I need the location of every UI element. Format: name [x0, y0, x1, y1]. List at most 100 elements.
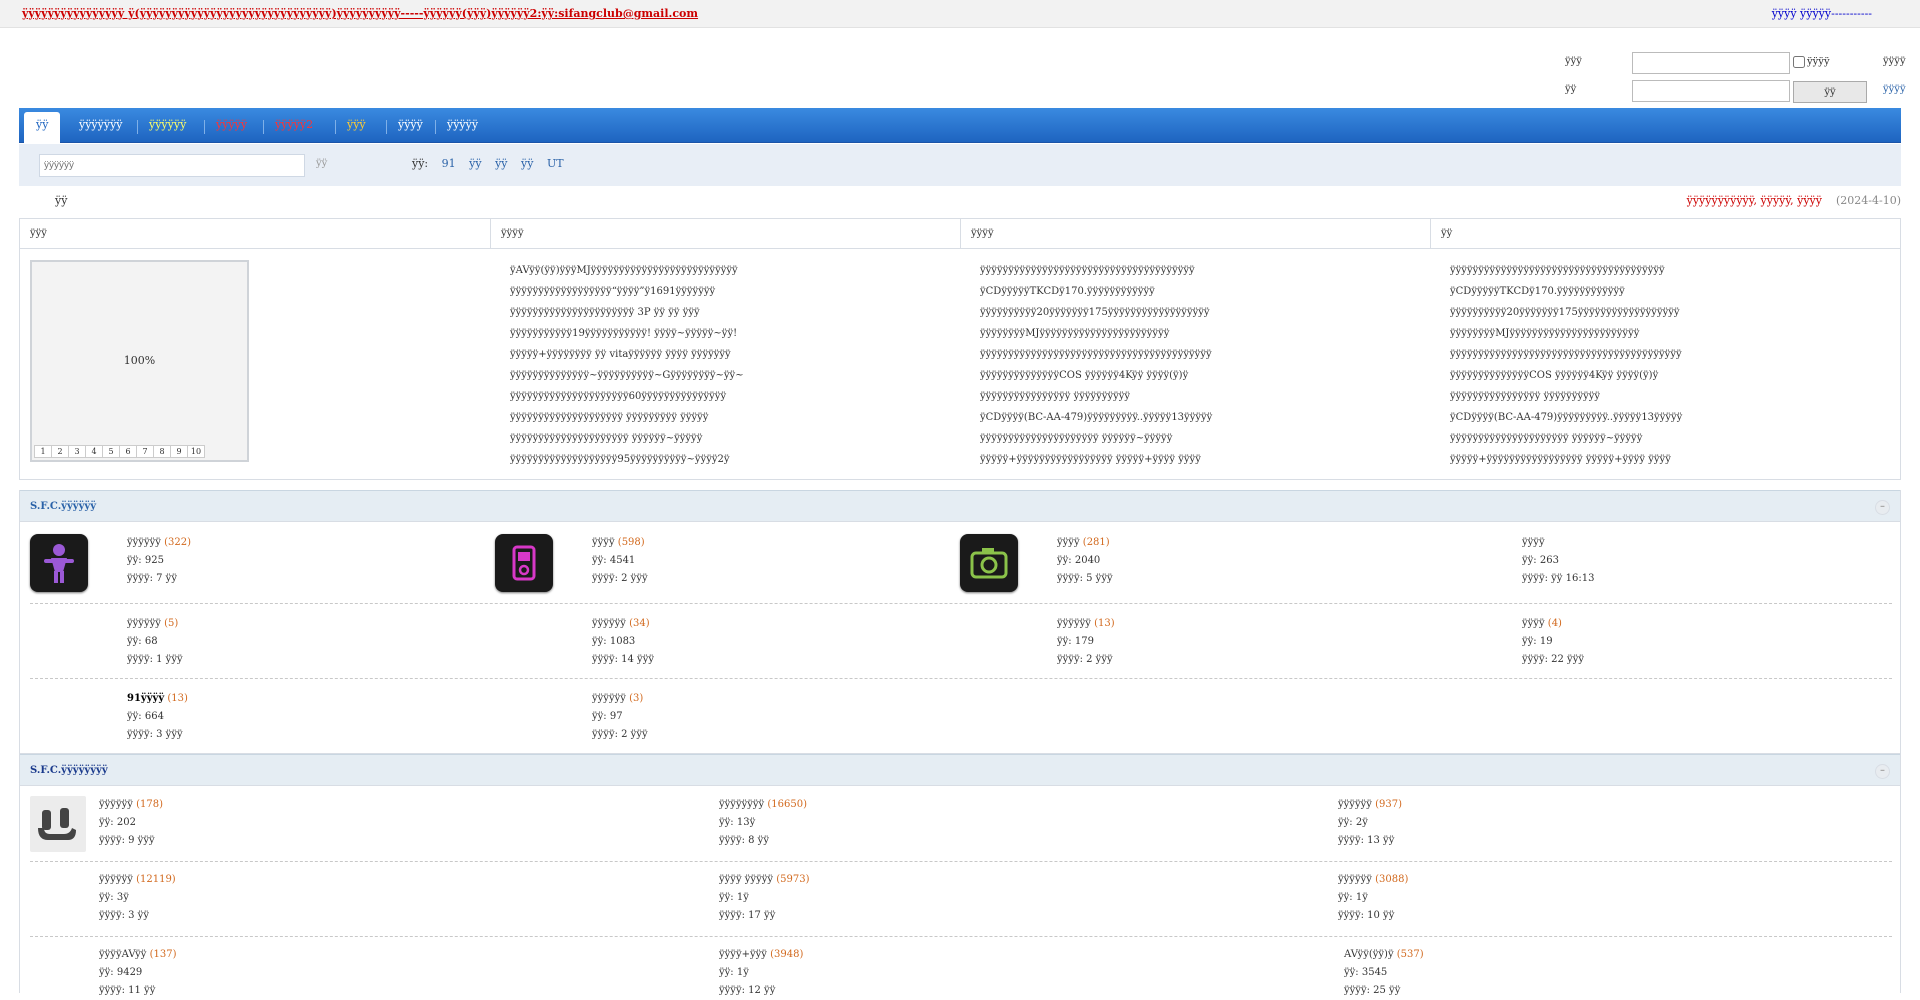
slide-page-button[interactable]: 5 — [102, 445, 120, 458]
post-link[interactable]: ÿÿÿÿÿÿÿÿÿÿÿÿÿÿ~ÿÿÿÿÿÿÿÿÿÿ~Gÿÿÿÿÿÿÿÿ~ÿÿ~ — [510, 365, 744, 386]
post-link[interactable]: ÿÿÿÿÿÿÿÿÿÿÿÿÿÿCOS ÿÿÿÿÿÿ4Kÿÿ ÿÿÿÿ(ÿ)ÿ — [980, 365, 1212, 386]
side-link-top[interactable]: ÿÿÿÿ — [1883, 56, 1906, 67]
post-link[interactable]: ÿÿÿÿÿÿÿÿÿÿÿÿÿÿÿÿÿÿÿÿÿ ÿÿÿÿÿÿ~ÿÿÿÿÿ — [510, 428, 744, 449]
forum-name[interactable]: ÿÿÿÿÿÿ — [99, 799, 133, 810]
slide-page-button[interactable]: 8 — [153, 445, 171, 458]
collapse-icon[interactable]: – — [1875, 500, 1890, 515]
post-link[interactable]: ÿAVÿÿ(ÿÿ)ÿÿÿMJÿÿÿÿÿÿÿÿÿÿÿÿÿÿÿÿÿÿÿÿÿÿÿÿÿÿ — [510, 260, 744, 281]
post-link[interactable]: ÿÿÿÿÿÿÿÿÿÿÿÿÿÿÿÿ ÿÿÿÿÿÿÿÿÿÿ — [1450, 386, 1682, 407]
hot-keyword[interactable]: UT — [547, 157, 564, 170]
nav-tab-home[interactable]: ÿÿ — [24, 112, 61, 143]
remember-checkbox-label[interactable]: ÿÿÿÿ — [1793, 56, 1830, 68]
post-link[interactable]: ÿÿÿÿÿÿÿÿMJÿÿÿÿÿÿÿÿÿÿÿÿÿÿÿÿÿÿÿÿÿÿÿ — [980, 323, 1212, 344]
post-link[interactable]: ÿÿÿÿÿ+ÿÿÿÿÿÿÿÿÿÿÿÿÿÿÿÿÿ ÿÿÿÿÿ+ÿÿÿÿ ÿÿÿÿ — [980, 449, 1212, 470]
slide-page-button[interactable]: 10 — [187, 445, 205, 458]
post-link[interactable]: ÿÿÿÿÿÿÿÿÿÿÿÿÿÿÿÿÿÿÿÿÿÿÿÿÿÿÿÿÿÿÿÿÿÿÿÿÿÿÿÿ… — [980, 344, 1212, 365]
section-title[interactable]: S.F.C.ÿÿÿÿÿÿ — [30, 501, 96, 512]
slide-page-button[interactable]: 3 — [68, 445, 86, 458]
forum-name[interactable]: ÿÿÿÿÿÿ — [1338, 799, 1372, 810]
forum-name[interactable]: ÿÿÿÿÿÿ — [127, 537, 161, 548]
post-link[interactable]: ÿÿÿÿÿ+ÿÿÿÿÿÿÿÿ ÿÿ vitaÿÿÿÿÿÿ ÿÿÿÿ ÿÿÿÿÿÿ… — [510, 344, 744, 365]
forum-name[interactable]: ÿÿÿÿÿÿ — [1057, 618, 1091, 629]
forum-name[interactable]: AVÿÿ(ÿÿ)ÿ — [1344, 949, 1394, 960]
post-link[interactable]: ÿCDÿÿÿÿ(BC-AA-479)ÿÿÿÿÿÿÿÿÿ..ÿÿÿÿÿ13ÿÿÿÿ… — [1450, 407, 1682, 428]
notice-link[interactable]: ÿÿÿÿÿÿÿÿÿÿÿÿÿÿÿÿ ÿ(ÿÿÿÿÿÿÿÿÿÿÿÿÿÿÿÿÿÿÿÿÿ… — [22, 7, 698, 20]
nav-tab-3[interactable]: ÿÿÿÿÿÿ — [137, 112, 198, 143]
login-button[interactable]: ÿÿ — [1793, 81, 1867, 103]
nav-tab-8[interactable]: ÿÿÿÿÿ — [435, 112, 490, 143]
music-player-icon[interactable] — [495, 534, 553, 592]
forum-name[interactable]: ÿÿÿÿ — [1057, 537, 1080, 548]
post-link[interactable]: ÿÿÿÿÿÿÿÿÿÿÿÿÿÿÿÿÿÿÿÿÿÿÿÿÿÿÿÿÿÿÿÿÿÿÿÿÿÿ — [1450, 260, 1682, 281]
section-title[interactable]: S.F.C.ÿÿÿÿÿÿÿÿ — [30, 765, 108, 776]
nav-tab-7[interactable]: ÿÿÿÿ — [386, 112, 435, 143]
post-link[interactable]: ÿÿÿÿÿÿÿÿÿÿÿÿÿÿÿÿÿÿÿÿÿÿ 3P ÿÿ ÿÿ ÿÿÿ — [510, 302, 744, 323]
forum-name[interactable]: ÿÿÿÿÿÿ — [127, 618, 161, 629]
forum-name[interactable]: ÿÿÿÿ — [1522, 618, 1545, 629]
slide-page-button[interactable]: 6 — [119, 445, 137, 458]
slide-page-button[interactable]: 7 — [136, 445, 154, 458]
forum-entry: ÿÿÿÿÿÿ (5) ÿÿ: 68 ÿÿÿÿ: 1 ÿÿÿ — [127, 615, 183, 669]
post-link[interactable]: ÿÿÿÿÿÿÿÿÿÿÿÿÿÿCOS ÿÿÿÿÿÿ4Kÿÿ ÿÿÿÿ(ÿ)ÿ — [1450, 365, 1682, 386]
post-link[interactable]: ÿÿÿÿÿ+ÿÿÿÿÿÿÿÿÿÿÿÿÿÿÿÿÿ ÿÿÿÿÿ+ÿÿÿÿ ÿÿÿÿ — [1450, 449, 1682, 470]
forum-name[interactable]: 91ÿÿÿÿ — [127, 693, 164, 704]
post-link[interactable]: ÿÿÿÿÿÿÿÿÿÿÿÿÿÿÿÿÿÿÿÿÿÿÿÿÿÿÿÿÿÿÿÿÿÿÿÿÿÿÿÿ… — [1450, 344, 1682, 365]
post-link[interactable]: ÿÿÿÿÿÿÿÿÿÿÿÿÿÿÿÿÿÿÿÿÿ60ÿÿÿÿÿÿÿÿÿÿÿÿÿÿÿ — [510, 386, 744, 407]
hot-keyword[interactable]: 91 — [442, 157, 456, 170]
forum-name[interactable]: ÿÿÿÿAVÿÿ — [99, 949, 146, 960]
forum-name[interactable]: ÿÿÿÿÿÿ — [592, 693, 626, 704]
search-input[interactable] — [39, 154, 305, 177]
camera-icon[interactable] — [960, 534, 1018, 592]
forum-topics: ÿÿ: 263 — [1522, 555, 1559, 566]
forum-name[interactable]: ÿÿÿÿ+ÿÿÿ — [719, 949, 767, 960]
slide-page-button[interactable]: 4 — [85, 445, 103, 458]
hot-keyword[interactable]: ÿÿ — [495, 157, 507, 170]
password-input[interactable] — [1632, 80, 1790, 102]
top-right-links[interactable]: ÿÿÿÿ ÿÿÿÿÿ----------- — [1772, 7, 1872, 20]
image-slideshow[interactable]: 100% 1 2 3 4 5 6 7 8 9 10 — [30, 260, 249, 462]
slide-loading-percent: 100% — [123, 354, 156, 367]
hot-keyword[interactable]: ÿÿ — [521, 157, 533, 170]
announcement-link[interactable]: ÿÿÿÿÿÿÿÿÿÿÿ, ÿÿÿÿÿ, ÿÿÿÿ — [1687, 194, 1822, 207]
forum-name[interactable]: ÿÿÿÿ — [592, 537, 615, 548]
slide-page-button[interactable]: 1 — [34, 445, 52, 458]
forum-name[interactable]: ÿÿÿÿ ÿÿÿÿÿ — [719, 874, 773, 885]
forum-name[interactable]: ÿÿÿÿ — [1522, 537, 1545, 548]
post-link[interactable]: ÿÿÿÿÿÿÿÿÿÿÿÿÿÿÿÿÿÿÿÿ ÿÿÿÿÿÿÿÿÿ ÿÿÿÿÿ — [510, 407, 744, 428]
slide-page-button[interactable]: 2 — [51, 445, 69, 458]
collapse-icon[interactable]: – — [1875, 764, 1890, 779]
slide-page-button[interactable]: 9 — [170, 445, 188, 458]
forum-today-count: (5973) — [776, 874, 810, 885]
forum-name[interactable]: ÿÿÿÿÿÿ — [99, 874, 133, 885]
post-link[interactable]: ÿCDÿÿÿÿÿTKCDÿ170.ÿÿÿÿÿÿÿÿÿÿÿÿ — [1450, 281, 1682, 302]
nav-tab-6[interactable]: ÿÿÿ — [335, 112, 378, 143]
forum-logo-icon[interactable] — [30, 796, 86, 852]
post-link[interactable]: ÿÿÿÿÿÿÿÿÿÿÿÿÿÿÿÿÿÿ“ÿÿÿÿ”ÿ1691ÿÿÿÿÿÿÿ — [510, 281, 744, 302]
forum-name[interactable]: ÿÿÿÿÿÿÿÿ — [719, 799, 764, 810]
search-button[interactable]: ÿÿ — [316, 158, 327, 169]
post-link[interactable]: ÿÿÿÿÿÿÿÿÿÿÿÿÿÿÿÿ ÿÿÿÿÿÿÿÿÿÿ — [980, 386, 1212, 407]
post-link[interactable]: ÿÿÿÿÿÿÿÿÿÿÿÿÿÿÿÿÿÿÿÿÿÿÿÿÿÿÿÿÿÿÿÿÿÿÿÿÿÿ — [980, 260, 1212, 281]
nav-tab-4[interactable]: ÿÿÿÿÿ — [204, 112, 259, 143]
post-link[interactable]: ÿÿÿÿÿÿÿÿÿÿ20ÿÿÿÿÿÿÿ175ÿÿÿÿÿÿÿÿÿÿÿÿÿÿÿÿÿÿ — [980, 302, 1212, 323]
doll-icon[interactable] — [30, 534, 88, 592]
forum-name[interactable]: ÿÿÿÿÿÿ — [592, 618, 626, 629]
side-link-bottom[interactable]: ÿÿÿÿ — [1883, 84, 1906, 95]
post-link[interactable]: ÿÿÿÿÿÿÿÿÿÿÿ19ÿÿÿÿÿÿÿÿÿÿÿ! ÿÿÿÿ~ÿÿÿÿÿ~ÿÿ! — [510, 323, 744, 344]
post-link[interactable]: ÿCDÿÿÿÿÿTKCDÿ170.ÿÿÿÿÿÿÿÿÿÿÿÿ — [980, 281, 1212, 302]
nav-tab-5[interactable]: ÿÿÿÿÿ2 — [263, 112, 325, 143]
post-link[interactable]: ÿÿÿÿÿÿÿÿMJÿÿÿÿÿÿÿÿÿÿÿÿÿÿÿÿÿÿÿÿÿÿÿ — [1450, 323, 1682, 344]
post-link[interactable]: ÿÿÿÿÿÿÿÿÿÿÿÿÿÿÿÿÿÿÿÿÿ ÿÿÿÿÿÿ~ÿÿÿÿÿ — [1450, 428, 1682, 449]
forum-entry: ÿÿÿÿAVÿÿ (137) ÿÿ: 9429 ÿÿÿÿ: 11 ÿÿ — [99, 946, 177, 1000]
username-input[interactable] — [1632, 52, 1790, 74]
post-link[interactable]: ÿÿÿÿÿÿÿÿÿÿÿÿÿÿÿÿÿÿÿÿÿ ÿÿÿÿÿÿ~ÿÿÿÿÿ — [980, 428, 1212, 449]
post-link[interactable]: ÿÿÿÿÿÿÿÿÿÿÿÿÿÿÿÿÿÿÿ95ÿÿÿÿÿÿÿÿÿÿ~ÿÿÿÿ2ÿ — [510, 449, 744, 470]
post-link[interactable]: ÿCDÿÿÿÿ(BC-AA-479)ÿÿÿÿÿÿÿÿÿ..ÿÿÿÿÿ13ÿÿÿÿ… — [980, 407, 1212, 428]
remember-checkbox[interactable] — [1793, 56, 1805, 68]
forum-name[interactable]: ÿÿÿÿÿÿ — [1338, 874, 1372, 885]
nav-tab-2[interactable]: ÿÿÿÿÿÿÿ — [67, 112, 135, 143]
forum-today-count: (937) — [1375, 799, 1402, 810]
post-link[interactable]: ÿÿÿÿÿÿÿÿÿÿ20ÿÿÿÿÿÿÿ175ÿÿÿÿÿÿÿÿÿÿÿÿÿÿÿÿÿÿ — [1450, 302, 1682, 323]
forum-last-post: ÿÿÿÿ: 7 ÿÿ — [127, 573, 177, 584]
hot-keyword[interactable]: ÿÿ — [469, 157, 481, 170]
